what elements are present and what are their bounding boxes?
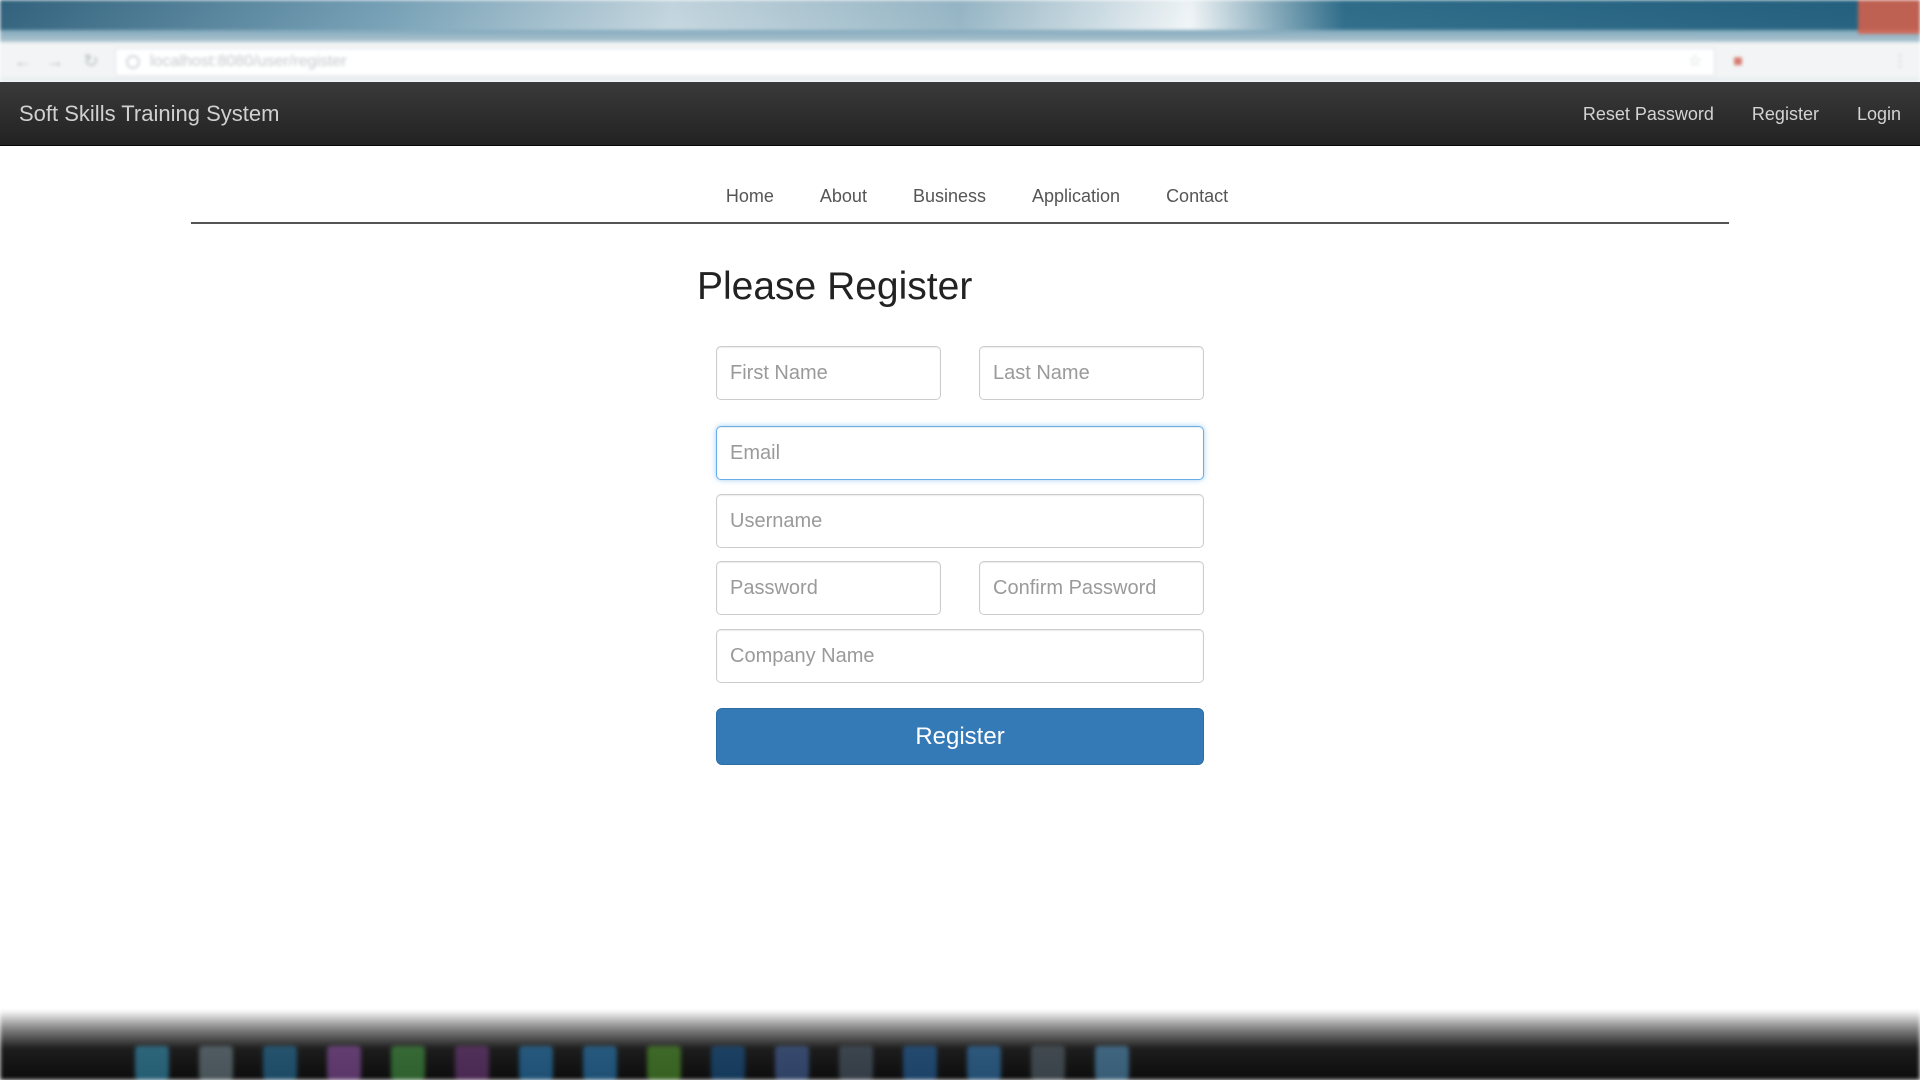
taskbar-app-icon[interactable] [263, 1046, 297, 1080]
taskbar-app-icon[interactable] [327, 1046, 361, 1080]
taskbar-app-icon[interactable] [1095, 1046, 1129, 1080]
star-icon[interactable]: ☆ [1685, 52, 1705, 72]
taskbar-app-icon[interactable] [519, 1046, 553, 1080]
company-name-field[interactable] [716, 629, 1204, 683]
navbar-right-links: Reset Password Register Login [1564, 82, 1920, 146]
brand-link[interactable]: Soft Skills Training System [19, 82, 279, 146]
taskbar-app-icon[interactable] [903, 1046, 937, 1080]
taskbar-app-icon[interactable] [135, 1046, 169, 1080]
top-navbar: Soft Skills Training System Reset Passwo… [0, 82, 1920, 146]
last-name-field[interactable] [979, 346, 1204, 400]
browser-chrome: ← → ↻ localhost:8080/user/register ☆ ■ ⋮ [0, 0, 1920, 82]
browser-tab-strip [0, 0, 1920, 30]
first-name-field[interactable] [716, 346, 941, 400]
nav-business[interactable]: Business [890, 178, 1009, 214]
taskbar-app-icon[interactable] [839, 1046, 873, 1080]
nav-application[interactable]: Application [1009, 178, 1143, 214]
login-link[interactable]: Login [1838, 82, 1920, 146]
nav-home[interactable]: Home [703, 178, 797, 214]
extension-icon[interactable]: ■ [1728, 52, 1748, 72]
os-taskbar [0, 1010, 1920, 1080]
info-icon [126, 55, 140, 69]
taskbar-app-icon[interactable] [391, 1046, 425, 1080]
secondary-nav: Home About Business Application Contact [191, 178, 1729, 224]
window-close-button[interactable] [1858, 0, 1920, 34]
taskbar-app-icon[interactable] [647, 1046, 681, 1080]
taskbar-app-icon[interactable] [455, 1046, 489, 1080]
menu-icon[interactable]: ⋮ [1890, 52, 1910, 72]
taskbar-app-icon[interactable] [199, 1046, 233, 1080]
register-link[interactable]: Register [1733, 82, 1838, 146]
address-bar[interactable]: localhost:8080/user/register [115, 48, 1715, 76]
reload-icon[interactable]: ↻ [80, 50, 102, 72]
taskbar-app-icon[interactable] [583, 1046, 617, 1080]
taskbar-app-icon[interactable] [967, 1046, 1001, 1080]
address-url: localhost:8080/user/register [150, 53, 347, 70]
forward-arrow-icon[interactable]: → [44, 50, 66, 72]
page-title: Please Register [697, 265, 973, 308]
email-field[interactable] [716, 426, 1204, 480]
nav-about[interactable]: About [797, 178, 890, 214]
register-button[interactable]: Register [716, 708, 1204, 765]
taskbar-app-icon[interactable] [1031, 1046, 1065, 1080]
username-field[interactable] [716, 494, 1204, 548]
nav-contact[interactable]: Contact [1143, 178, 1251, 214]
confirm-password-field[interactable] [979, 561, 1204, 615]
taskbar-app-icon[interactable] [711, 1046, 745, 1080]
back-arrow-icon[interactable]: ← [12, 50, 34, 72]
reset-password-link[interactable]: Reset Password [1564, 82, 1733, 146]
password-field[interactable] [716, 561, 941, 615]
taskbar-app-icon[interactable] [775, 1046, 809, 1080]
